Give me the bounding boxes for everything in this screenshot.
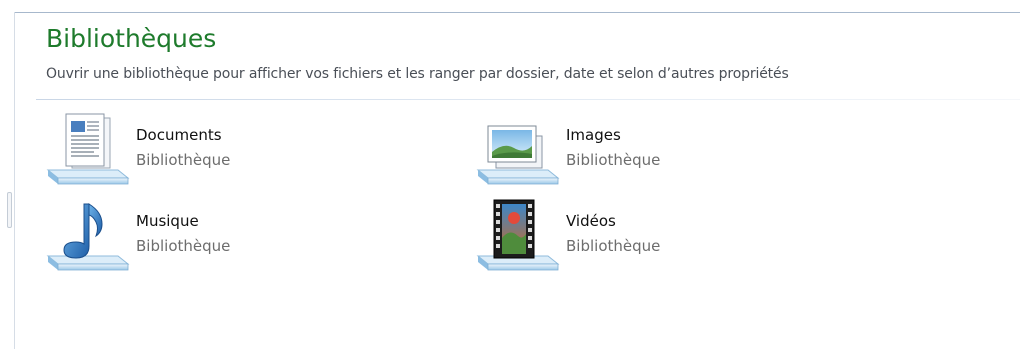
- library-name: Documents: [136, 126, 222, 144]
- library-name: Vidéos: [566, 212, 616, 230]
- window-top-border: [14, 12, 1020, 13]
- library-item-documents[interactable]: Documents Bibliothèque: [44, 112, 374, 194]
- library-item-images[interactable]: Images Bibliothèque: [474, 112, 804, 194]
- pane-splitter-handle[interactable]: [7, 192, 12, 228]
- navigation-pane-border: [14, 12, 15, 349]
- videos-library-icon: [474, 198, 560, 280]
- library-type: Bibliothèque: [136, 237, 231, 255]
- page-title: Bibliothèques: [46, 24, 217, 53]
- library-type: Bibliothèque: [566, 151, 661, 169]
- library-type: Bibliothèque: [566, 237, 661, 255]
- library-item-videos[interactable]: Vidéos Bibliothèque: [474, 198, 804, 280]
- music-library-icon: [44, 198, 130, 280]
- header-divider: [36, 99, 1020, 100]
- documents-library-icon: [44, 112, 130, 194]
- library-name: Images: [566, 126, 621, 144]
- library-name: Musique: [136, 212, 199, 230]
- library-type: Bibliothèque: [136, 151, 231, 169]
- page-subtitle: Ouvrir une bibliothèque pour afficher vo…: [46, 66, 789, 82]
- libraries-window: Bibliothèques Ouvrir une bibliothèque po…: [0, 0, 1020, 349]
- library-item-music[interactable]: Musique Bibliothèque: [44, 198, 374, 280]
- images-library-icon: [474, 112, 560, 194]
